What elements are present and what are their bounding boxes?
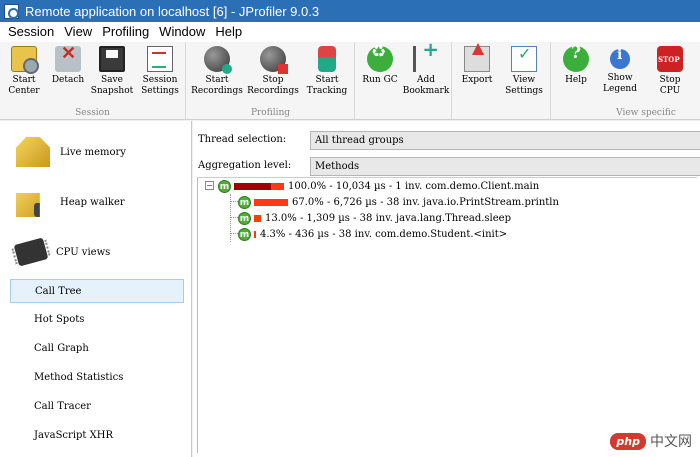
add-bookmark-icon xyxy=(413,44,439,72)
save-snapshot-button[interactable]: Save Snapshot xyxy=(88,44,136,102)
heap-walker-icon xyxy=(16,193,40,217)
sidebar-item-call-tree[interactable]: Call Tree xyxy=(10,279,184,303)
watermark-text: 中文网 xyxy=(650,434,692,450)
save-icon xyxy=(99,46,125,72)
cpu-chip-icon xyxy=(13,237,49,267)
php-cn-watermark: php 中文网 xyxy=(610,431,692,451)
watermark-logo: php xyxy=(610,432,646,450)
call-tree-row-text: 67.0% - 6,726 µs - 38 inv. java.io.Print… xyxy=(292,196,559,208)
start-recordings-button[interactable]: Start Recordings xyxy=(189,44,245,102)
jprofiler-app-icon xyxy=(4,3,19,19)
method-icon: m xyxy=(238,211,251,225)
stop-recordings-icon xyxy=(260,46,288,74)
method-icon: m xyxy=(238,195,251,209)
percent-bar-fill xyxy=(254,214,261,222)
menu-view[interactable]: View xyxy=(60,22,96,42)
aggregation-level-row: Aggregation level: Methods xyxy=(193,154,700,178)
window-title: Remote application on localhost [6] - JP… xyxy=(25,3,320,19)
call-tree-row-text: 13.0% - 1,309 µs - 38 inv. java.lang.Thr… xyxy=(265,212,511,224)
stop-recordings-button[interactable]: Stop Recordings xyxy=(245,44,301,102)
call-tree-panel: Thread selection: All thread groups Aggr… xyxy=(193,121,700,457)
call-tree-row[interactable]: m 13.0% - 1,309 µs - 38 inv. java.lang.T… xyxy=(238,210,511,226)
view-specific-group-label: View specific xyxy=(616,108,676,118)
detach-icon xyxy=(55,46,81,72)
session-settings-button[interactable]: Session Settings xyxy=(136,44,184,102)
gold-blocks-icon xyxy=(16,137,50,167)
view-settings-button[interactable]: View Settings xyxy=(499,44,549,102)
percent-bar xyxy=(254,230,256,238)
session-toolbar-group: Start Center Detach Save Snapshot Sessio… xyxy=(0,42,186,120)
add-bookmark-button[interactable]: Add Bookmark xyxy=(402,44,450,102)
session-settings-icon xyxy=(147,46,173,72)
show-legend-button[interactable]: Show Legend xyxy=(598,44,642,102)
export-button[interactable]: Export xyxy=(455,43,499,102)
tree-connector xyxy=(230,201,238,202)
title-bar: Remote application on localhost [6] - JP… xyxy=(0,0,700,22)
export-icon xyxy=(464,43,490,72)
thread-selection-dropdown[interactable]: All thread groups xyxy=(310,131,700,150)
view-selector-sidebar: Live memory Heap walker CPU views Call T… xyxy=(0,121,192,457)
percent-bar-fill xyxy=(254,198,288,206)
thread-selection-row: Thread selection: All thread groups xyxy=(193,128,700,152)
call-tree: − m 100.0% - 10,034 µs - 1 inv. com.demo… xyxy=(197,177,697,453)
start-tracking-button[interactable]: Start Tracking xyxy=(301,44,353,102)
help-icon xyxy=(563,46,589,72)
call-tree-row[interactable]: m 100.0% - 10,034 µs - 1 inv. com.demo.C… xyxy=(218,178,539,194)
menu-window[interactable]: Window xyxy=(155,22,209,42)
stop-cpu-button[interactable]: Stop CPU xyxy=(648,44,692,102)
start-center-button[interactable]: Start Center xyxy=(2,44,46,102)
collapse-toggle[interactable]: − xyxy=(205,181,214,190)
sidebar-item-call-tracer[interactable]: Call Tracer xyxy=(10,395,184,419)
sidebar-item-javascript-xhr[interactable]: JavaScript XHR xyxy=(10,424,184,448)
call-tree-row-text: 100.0% - 10,034 µs - 1 inv. com.demo.Cli… xyxy=(288,180,540,192)
menu-profiling[interactable]: Profiling xyxy=(98,22,153,42)
sidebar-item-call-graph[interactable]: Call Graph xyxy=(10,337,184,361)
tree-connector xyxy=(230,233,238,234)
view-specific-toolbar-group: Help Show Legend Stop CPU View specific xyxy=(552,42,700,120)
recycle-icon xyxy=(367,46,393,72)
sidebar-item-hot-spots[interactable]: Hot Spots xyxy=(10,308,184,332)
percent-bar-fill xyxy=(254,230,256,238)
cpu-views-section[interactable]: CPU views xyxy=(0,228,192,276)
tree-connector xyxy=(230,217,238,218)
info-icon xyxy=(610,49,630,69)
aggregation-level-label: Aggregation level: xyxy=(198,160,292,171)
menu-session[interactable]: Session xyxy=(4,22,58,42)
detach-button[interactable]: Detach xyxy=(48,44,88,102)
sidebar-item-method-statistics[interactable]: Method Statistics xyxy=(10,366,184,390)
stop-sign-icon xyxy=(657,46,683,72)
view-toolbar-group: Export View Settings xyxy=(453,42,551,120)
aggregation-level-dropdown[interactable]: Methods xyxy=(310,157,700,176)
view-settings-icon xyxy=(511,46,537,72)
start-recordings-icon xyxy=(204,46,232,74)
method-icon: m xyxy=(238,227,251,241)
call-tree-row-text: 4.3% - 436 µs - 38 inv. com.demo.Student… xyxy=(260,228,508,240)
run-gc-button[interactable]: Run GC xyxy=(358,44,402,102)
percent-bar xyxy=(254,214,261,222)
gc-toolbar-group: Run GC Add Bookmark xyxy=(356,42,452,120)
start-center-icon xyxy=(11,46,39,74)
profiling-group-label: Profiling xyxy=(250,108,291,118)
menu-bar: Session View Profiling Window Help xyxy=(0,22,700,42)
thread-selection-label: Thread selection: xyxy=(198,134,287,145)
live-memory-section[interactable]: Live memory xyxy=(0,128,192,176)
method-icon: m xyxy=(218,179,231,193)
heap-walker-section[interactable]: Heap walker xyxy=(0,178,192,226)
menu-help[interactable]: Help xyxy=(211,22,246,42)
percent-bar xyxy=(234,182,284,190)
help-button[interactable]: Help xyxy=(554,44,598,102)
session-group-label: Session xyxy=(75,108,110,118)
call-tree-row[interactable]: m 67.0% - 6,726 µs - 38 inv. java.io.Pri… xyxy=(238,194,559,210)
start-tracking-icon xyxy=(318,46,336,72)
percent-bar xyxy=(254,198,288,206)
profiling-toolbar-group: Start Recordings Stop Recordings Start T… xyxy=(187,42,355,120)
call-tree-row[interactable]: m 4.3% - 436 µs - 38 inv. com.demo.Stude… xyxy=(238,226,507,242)
percent-bar-fill xyxy=(234,182,284,190)
toolbar: Start Center Detach Save Snapshot Sessio… xyxy=(0,42,700,120)
